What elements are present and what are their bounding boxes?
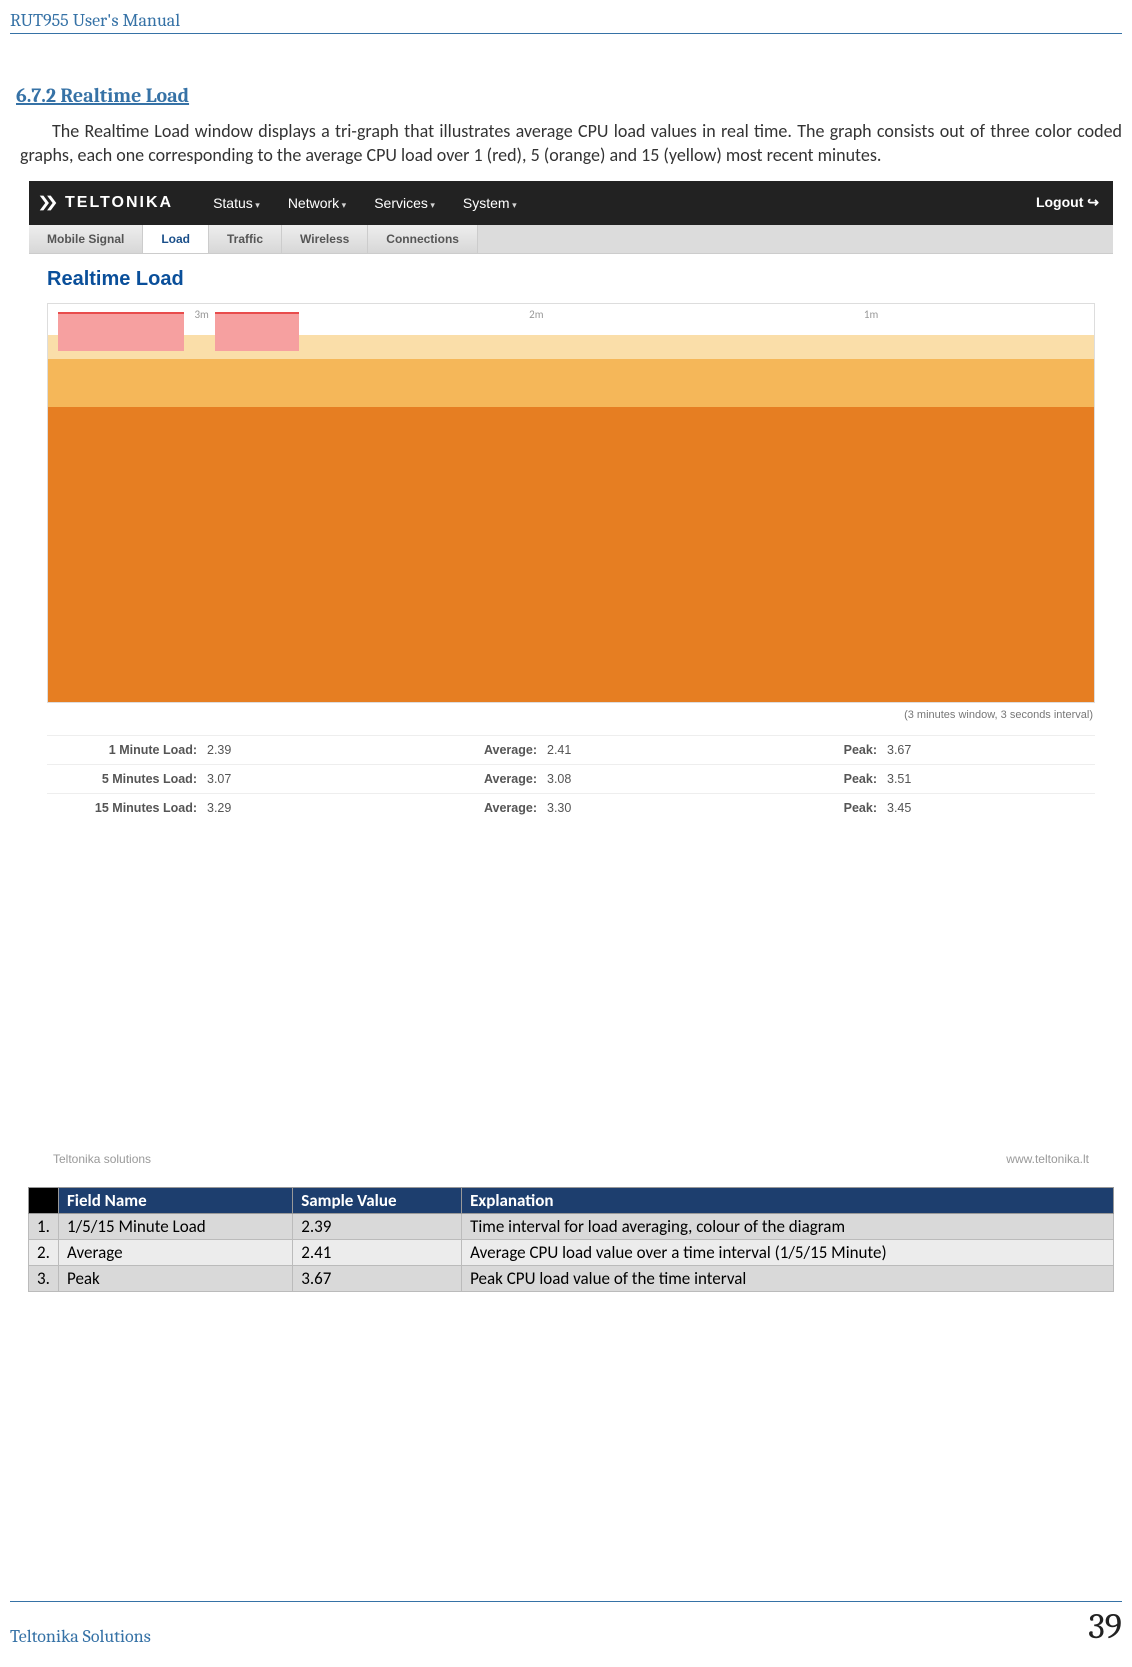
tab-wireless[interactable]: Wireless bbox=[282, 225, 368, 253]
chart-xlabel-3m: 3m bbox=[194, 308, 208, 321]
cell-sample: 3.67 bbox=[293, 1265, 462, 1291]
stat-avg-1m: 2.41 bbox=[547, 743, 627, 757]
tab-connections[interactable]: Connections bbox=[368, 225, 478, 253]
tab-traffic[interactable]: Traffic bbox=[209, 225, 282, 253]
brand-logo-icon bbox=[37, 192, 59, 214]
top-navbar: TELTONIKA Status Network Services System… bbox=[29, 181, 1113, 225]
menu-status[interactable]: Status bbox=[213, 195, 260, 211]
field-explanation-table: Field Name Sample Value Explanation 1. 1… bbox=[28, 1187, 1114, 1292]
cell-num: 2. bbox=[29, 1239, 59, 1265]
stat-value-1m: 2.39 bbox=[207, 743, 287, 757]
tab-mobile-signal[interactable]: Mobile Signal bbox=[29, 225, 143, 253]
table-row: 2. Average 2.41 Average CPU load value o… bbox=[29, 1239, 1114, 1265]
stat-avg-label: Average: bbox=[287, 772, 547, 786]
th-explanation: Explanation bbox=[462, 1187, 1114, 1213]
menu-network[interactable]: Network bbox=[288, 195, 346, 211]
th-field: Field Name bbox=[59, 1187, 293, 1213]
stat-label-5m: 5 Minutes Load: bbox=[102, 772, 197, 786]
chart-caption: (3 minutes window, 3 seconds interval) bbox=[47, 709, 1093, 721]
chart-peak-region bbox=[58, 312, 184, 352]
brand-name: TELTONIKA bbox=[65, 194, 173, 212]
load-row-5m: 5 Minutes Load: 3.07 Average: 3.08 Peak:… bbox=[47, 764, 1095, 793]
ui-footer-right[interactable]: www.teltonika.lt bbox=[1006, 1152, 1089, 1166]
chart-xlabel-1m: 1m bbox=[864, 308, 878, 321]
table-row: 3. Peak 3.67 Peak CPU load value of the … bbox=[29, 1265, 1114, 1291]
stat-avg-15m: 3.30 bbox=[547, 801, 627, 815]
cell-expl: Time interval for load averaging, colour… bbox=[462, 1213, 1114, 1239]
document-footer: Teltonika Solutions 39 bbox=[10, 1601, 1122, 1647]
cell-field: 1/5/15 Minute Load bbox=[59, 1213, 293, 1239]
load-stats: 1 Minute Load: 2.39 Average: 2.41 Peak: … bbox=[47, 735, 1095, 822]
top-menu: Status Network Services System bbox=[213, 195, 517, 211]
stat-label-15m: 15 Minutes Load: bbox=[95, 801, 197, 815]
cell-expl: Average CPU load value over a time inter… bbox=[462, 1239, 1114, 1265]
chart-xlabel-2m: 2m bbox=[529, 308, 543, 321]
footer-company: Teltonika Solutions bbox=[10, 1626, 151, 1647]
cell-field: Average bbox=[59, 1239, 293, 1265]
stat-peak-label: Peak: bbox=[627, 772, 887, 786]
realtime-load-chart: 3m 2m 1m bbox=[47, 303, 1095, 703]
section-body: The Realtime Load window displays a tri-… bbox=[20, 119, 1122, 168]
tab-load[interactable]: Load bbox=[143, 225, 209, 253]
stat-avg-5m: 3.08 bbox=[547, 772, 627, 786]
stat-peak-5m: 3.51 bbox=[887, 772, 947, 786]
chart-series-1m bbox=[48, 407, 1094, 702]
cell-sample: 2.41 bbox=[293, 1239, 462, 1265]
cell-field: Peak bbox=[59, 1265, 293, 1291]
stat-avg-label: Average: bbox=[287, 801, 547, 815]
ui-footer: Teltonika solutions www.teltonika.lt bbox=[47, 1152, 1095, 1166]
stat-label-1m: 1 Minute Load: bbox=[109, 743, 197, 757]
brand-logo[interactable]: TELTONIKA bbox=[37, 192, 173, 214]
load-row-15m: 15 Minutes Load: 3.29 Average: 3.30 Peak… bbox=[47, 793, 1095, 822]
stat-peak-label: Peak: bbox=[627, 801, 887, 815]
cell-expl: Peak CPU load value of the time interval bbox=[462, 1265, 1114, 1291]
stat-peak-label: Peak: bbox=[627, 743, 887, 757]
chart-peak-region bbox=[215, 312, 299, 352]
th-sample: Sample Value bbox=[293, 1187, 462, 1213]
menu-system[interactable]: System bbox=[463, 195, 517, 211]
footer-page-number: 39 bbox=[1088, 1606, 1122, 1647]
stat-peak-15m: 3.45 bbox=[887, 801, 947, 815]
stat-value-5m: 3.07 bbox=[207, 772, 287, 786]
section-body-text: The Realtime Load window displays a tri-… bbox=[20, 120, 1122, 166]
sub-tabs: Mobile Signal Load Traffic Wireless Conn… bbox=[29, 225, 1113, 254]
logout-link[interactable]: Logout bbox=[1036, 194, 1099, 211]
page-title: Realtime Load bbox=[47, 268, 1095, 291]
embedded-screenshot: TELTONIKA Status Network Services System… bbox=[28, 180, 1114, 1177]
cell-num: 3. bbox=[29, 1265, 59, 1291]
stat-avg-label: Average: bbox=[287, 743, 547, 757]
th-blank bbox=[29, 1187, 59, 1213]
ui-footer-left: Teltonika solutions bbox=[53, 1152, 151, 1166]
cell-sample: 2.39 bbox=[293, 1213, 462, 1239]
table-row: 1. 1/5/15 Minute Load 2.39 Time interval… bbox=[29, 1213, 1114, 1239]
section-heading: 6.7.2 Realtime Load bbox=[16, 84, 1122, 107]
cell-num: 1. bbox=[29, 1213, 59, 1239]
document-header: RUT955 User's Manual bbox=[10, 10, 1122, 34]
stat-peak-1m: 3.67 bbox=[887, 743, 947, 757]
stat-value-15m: 3.29 bbox=[207, 801, 287, 815]
load-row-1m: 1 Minute Load: 2.39 Average: 2.41 Peak: … bbox=[47, 735, 1095, 764]
menu-services[interactable]: Services bbox=[374, 195, 435, 211]
